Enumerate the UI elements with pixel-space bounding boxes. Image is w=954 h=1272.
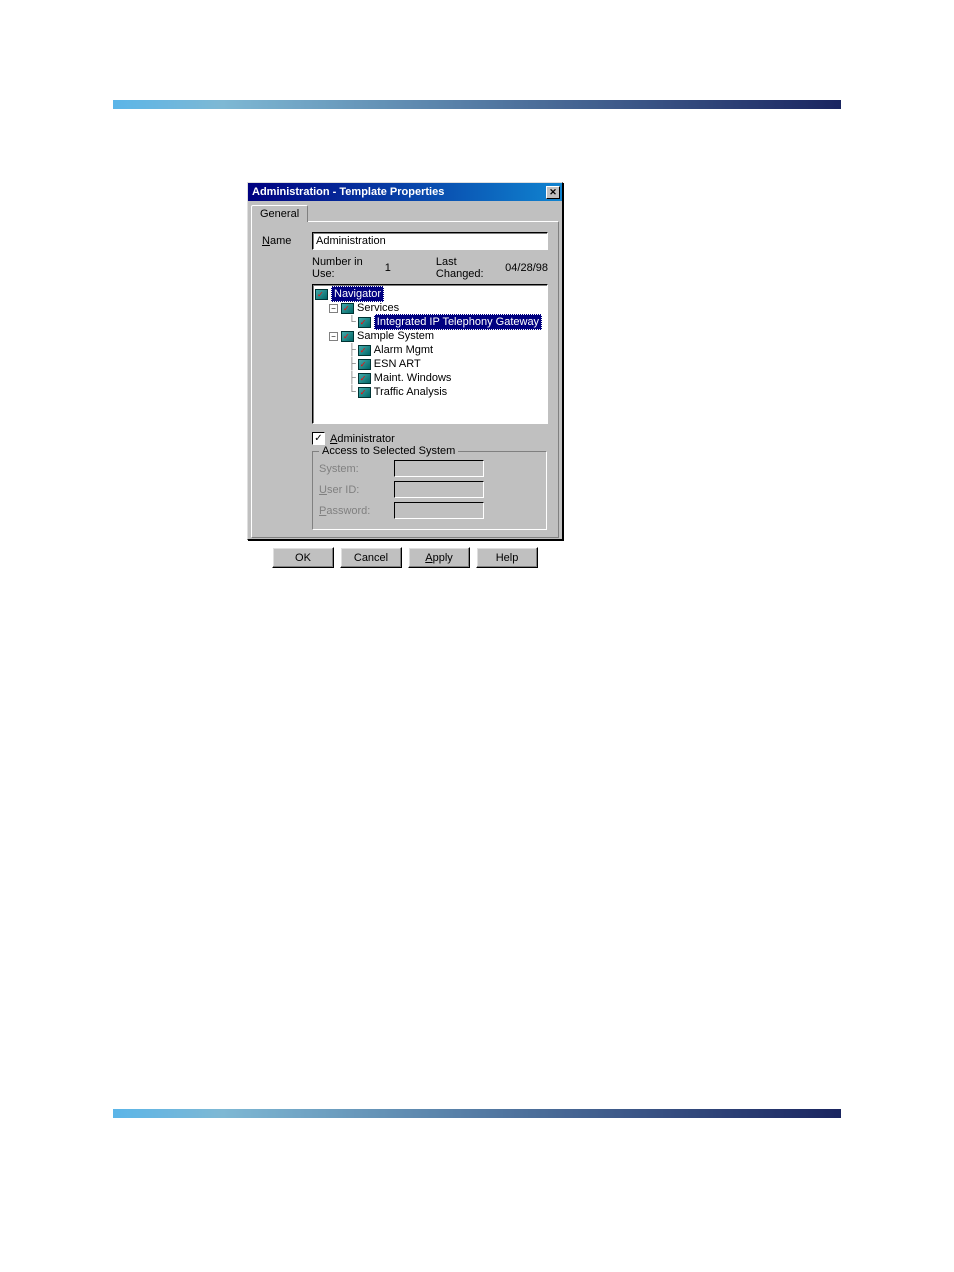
button-row: OK Cancel Apply Help: [251, 541, 559, 572]
tree-view[interactable]: Navigator − Services └ Integrated IP Tel…: [312, 284, 548, 424]
cancel-button[interactable]: Cancel: [340, 547, 402, 568]
folder-icon: [315, 289, 328, 300]
tab-general[interactable]: General: [251, 205, 308, 222]
folder-icon: [358, 345, 371, 356]
tree-label-services: Services: [357, 301, 399, 315]
tab-container: General Name Number in Use: 1 Last Chang…: [251, 204, 559, 541]
tree-label-navigator: Navigator: [331, 286, 384, 302]
password-row: Password:: [319, 502, 540, 519]
tree-node-sample-system[interactable]: − Sample System: [315, 329, 545, 343]
minus-icon[interactable]: −: [329, 304, 338, 313]
tab-content: Name Number in Use: 1 Last Changed: 04/2…: [251, 221, 559, 538]
folder-icon: [358, 373, 371, 384]
info-row: Number in Use: 1 Last Changed: 04/28/98: [312, 256, 548, 280]
tree-node-maint-windows[interactable]: ├ Maint. Windows: [315, 371, 545, 385]
titlebar[interactable]: Administration - Template Properties ✕: [248, 183, 562, 201]
page-top-bar: [113, 100, 841, 109]
folder-icon: [358, 317, 371, 328]
system-row: System:: [319, 460, 540, 477]
page-bottom-bar: [113, 1109, 841, 1118]
password-label: Password:: [319, 505, 394, 517]
tree-line-icon: ├: [348, 371, 356, 385]
tree-label-itg: Integrated IP Telephony Gateway: [374, 314, 542, 330]
tree-node-alarm-mgmt[interactable]: ├ Alarm Mgmt: [315, 343, 545, 357]
number-in-use-label: Number in Use:: [312, 256, 367, 280]
tree-line-icon: └: [348, 385, 356, 399]
name-input[interactable]: [312, 232, 548, 250]
folder-icon: [341, 331, 354, 342]
system-input: [394, 460, 484, 477]
tree-label-alarm-mgmt: Alarm Mgmt: [374, 343, 433, 357]
dialog-title: Administration - Template Properties: [252, 186, 444, 198]
folder-icon: [358, 359, 371, 370]
administrator-row: ✓ Administrator: [312, 432, 548, 445]
system-label: System:: [319, 463, 394, 475]
last-changed-value: 04/28/98: [505, 262, 548, 274]
number-in-use-value: 1: [385, 262, 391, 274]
minus-icon[interactable]: −: [329, 332, 338, 341]
tree-label-traffic-analysis: Traffic Analysis: [374, 385, 447, 399]
ok-button[interactable]: OK: [272, 547, 334, 568]
tree-node-esn-art[interactable]: ├ ESN ART: [315, 357, 545, 371]
userid-label: User ID:: [319, 484, 394, 496]
tree-node-traffic-analysis[interactable]: └ Traffic Analysis: [315, 385, 545, 399]
tree-line-icon: ├: [348, 357, 356, 371]
administrator-label: Administrator: [330, 433, 395, 445]
administrator-checkbox[interactable]: ✓: [312, 432, 325, 445]
tab-header: General: [251, 204, 559, 221]
name-row: Name: [262, 232, 548, 250]
tree-label-esn-art: ESN ART: [374, 357, 421, 371]
access-groupbox: Access to Selected System System: User I…: [312, 451, 547, 530]
userid-row: User ID:: [319, 481, 540, 498]
dialog-body: General Name Number in Use: 1 Last Chang…: [248, 201, 562, 539]
apply-button[interactable]: Apply: [408, 547, 470, 568]
template-properties-dialog: Administration - Template Properties ✕ G…: [247, 182, 563, 540]
tree-label-maint-windows: Maint. Windows: [374, 371, 452, 385]
last-changed-label: Last Changed:: [436, 256, 487, 280]
tree-node-services[interactable]: − Services: [315, 301, 545, 315]
folder-icon: [358, 387, 371, 398]
groupbox-title: Access to Selected System: [319, 445, 458, 457]
password-input: [394, 502, 484, 519]
tree-node-itg[interactable]: └ Integrated IP Telephony Gateway: [315, 315, 545, 329]
tree-line-icon: ├: [348, 343, 356, 357]
userid-input: [394, 481, 484, 498]
tree-line-icon: └: [348, 315, 356, 329]
close-icon[interactable]: ✕: [546, 186, 560, 199]
tree-root-navigator[interactable]: Navigator: [315, 287, 545, 301]
help-button[interactable]: Help: [476, 547, 538, 568]
tree-label-sample-system: Sample System: [357, 329, 434, 343]
name-label: Name: [262, 235, 312, 247]
folder-icon: [341, 303, 354, 314]
